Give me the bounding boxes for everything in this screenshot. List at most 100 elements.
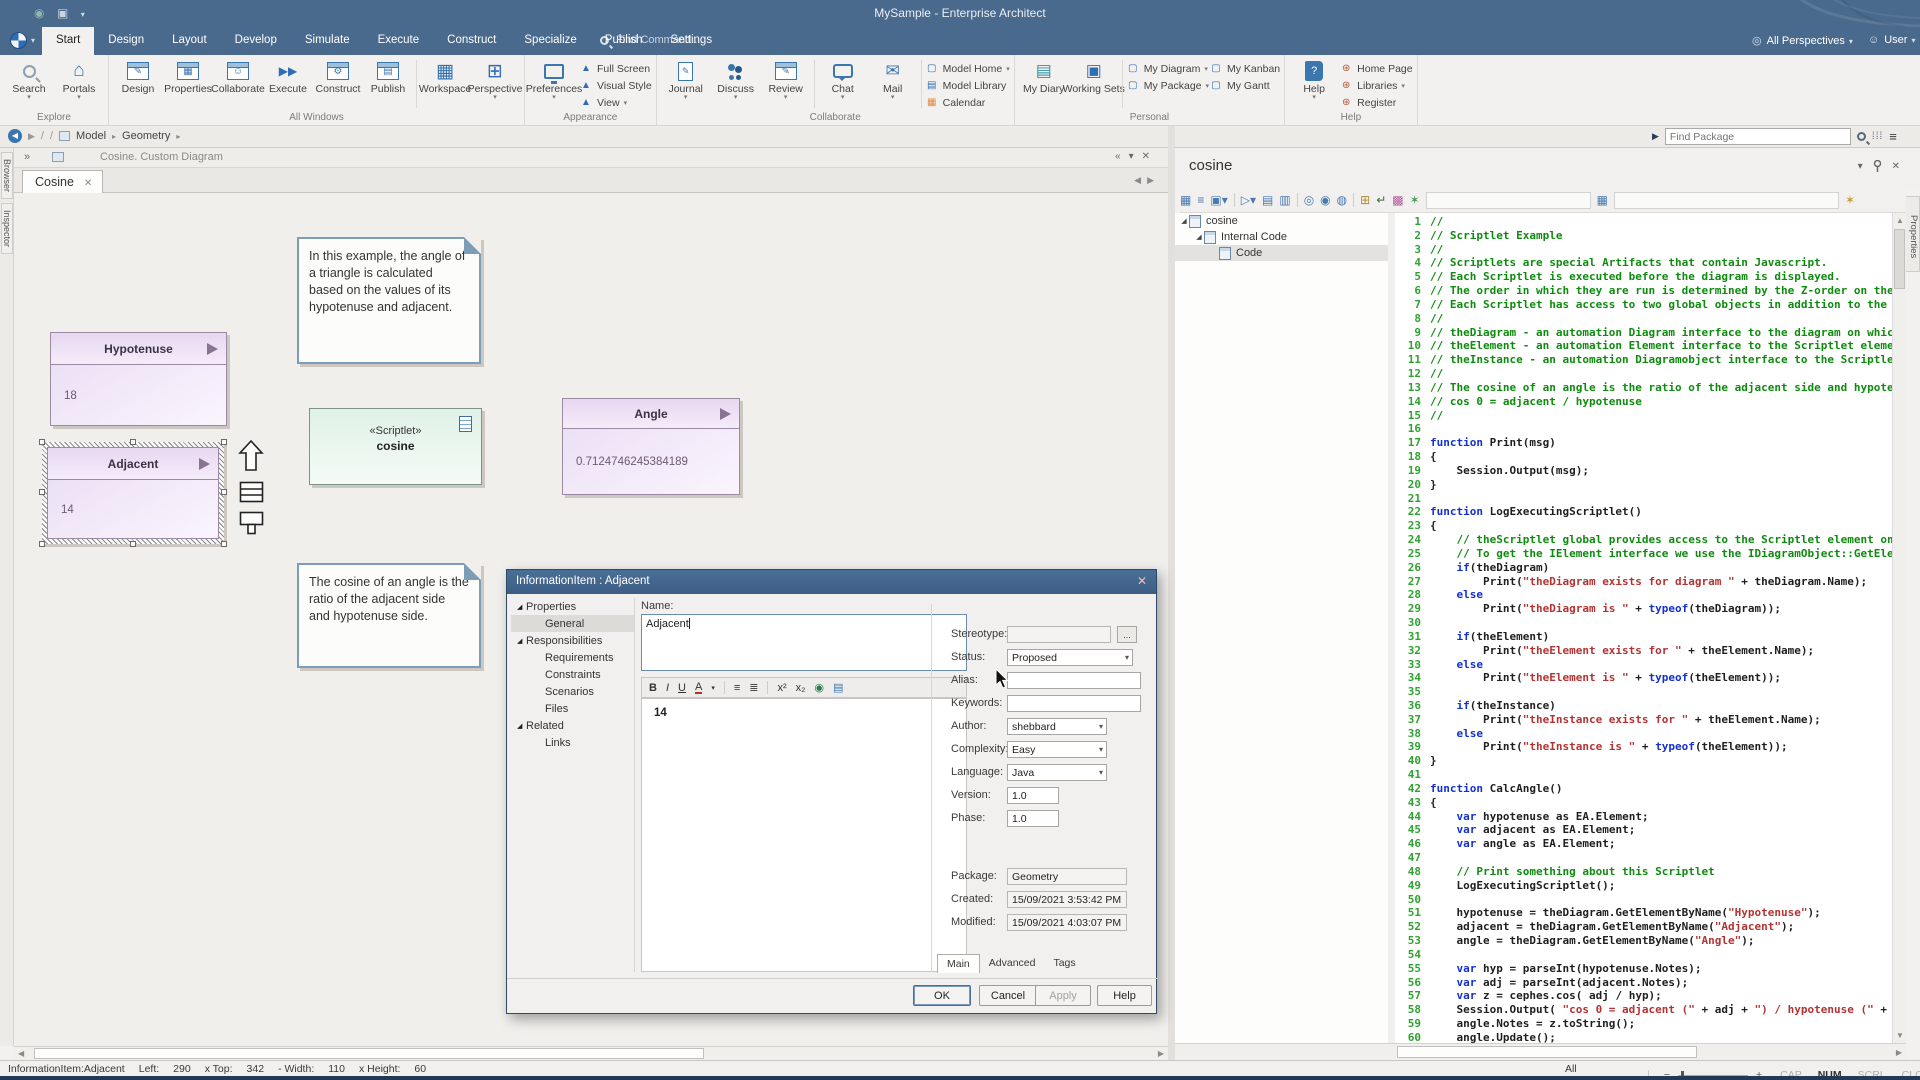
selection-frame[interactable]: Adjacent 14	[42, 442, 224, 544]
scroll-down-icon[interactable]: ▼	[1896, 1031, 1904, 1040]
dialog-tree-scenarios[interactable]: Scenarios	[511, 683, 634, 700]
close-icon[interactable]: ✕	[1142, 151, 1158, 162]
find-command-box[interactable]: Find Command...	[600, 34, 700, 46]
ribbon-button-model-library[interactable]: ▤Model Library	[925, 77, 1010, 94]
breadcrumb-item-geometry[interactable]: Geometry	[122, 130, 170, 142]
ribbon-button-design[interactable]: ✎Design	[113, 57, 163, 101]
ribbon-button-working-sets[interactable]: ▣Working Sets	[1069, 57, 1119, 101]
nav-back-button[interactable]: ◀	[8, 129, 22, 143]
scrollbar-thumb[interactable]	[1894, 229, 1905, 289]
author-field[interactable]: shebbard	[1007, 718, 1107, 735]
package-field[interactable]: Geometry	[1007, 868, 1127, 885]
subscript-icon[interactable]: x₂	[796, 682, 806, 694]
perspectives-selector[interactable]: ◎All Perspectives▾	[1752, 34, 1853, 47]
ribbon-button-view[interactable]: ▲View▾	[579, 94, 652, 111]
ribbon-button-my-package[interactable]: ▢My Package▾	[1126, 77, 1209, 94]
dialog-tree-links[interactable]: Links	[511, 734, 634, 751]
ribbon-tab-develop[interactable]: Develop	[221, 27, 291, 55]
note-element-top[interactable]: In this example, the angle of a triangle…	[297, 237, 481, 364]
search-icon[interactable]	[1857, 132, 1866, 141]
code-horizontal-scrollbar[interactable]: ▶	[1175, 1043, 1906, 1060]
note-element-bottom[interactable]: The cosine of an angle is the ratio of t…	[297, 563, 481, 668]
underline-icon[interactable]: U	[678, 682, 686, 694]
toolbar-input-well[interactable]	[1614, 192, 1839, 209]
italic-icon[interactable]: I	[666, 682, 669, 694]
dialog-tab-advanced[interactable]: Advanced	[980, 954, 1045, 973]
ribbon-button-help[interactable]: ?Help▾	[1289, 57, 1339, 101]
keywords-field[interactable]	[1007, 695, 1141, 712]
zoom-icon[interactable]: ◍	[1337, 193, 1347, 207]
ribbon-button-perspective[interactable]: ⊞Perspective▾	[470, 57, 520, 101]
bullet-list-icon[interactable]: ≡	[734, 682, 740, 694]
window-dropdown-icon[interactable]: ▣▾	[1210, 193, 1227, 207]
scrollbar-thumb[interactable]	[34, 1048, 704, 1059]
ok-button[interactable]: OK	[913, 985, 971, 1006]
phase-field[interactable]: 1.0	[1007, 810, 1059, 827]
stereotype-field[interactable]	[1007, 626, 1111, 643]
resize-handle[interactable]	[39, 541, 45, 547]
alias-field[interactable]	[1007, 672, 1141, 689]
dialog-tree-general[interactable]: General	[511, 615, 634, 632]
scrollbar-thumb[interactable]	[1397, 1046, 1697, 1058]
dialog-title-bar[interactable]: InformationItem : Adjacent ✕	[507, 570, 1156, 594]
apply-button[interactable]: Apply	[1035, 985, 1091, 1006]
find-package-input[interactable]	[1665, 128, 1851, 145]
jump-to-icon[interactable]: ↵	[1376, 193, 1386, 207]
resize-handle[interactable]	[221, 541, 227, 547]
chevron-down-icon[interactable]: ▾	[1858, 161, 1863, 172]
hyperlink-icon[interactable]: ◉	[814, 681, 824, 694]
copy-icon[interactable]: ▤	[1262, 193, 1273, 207]
scroll-up-icon[interactable]: ▲	[1896, 216, 1904, 225]
superscript-icon[interactable]: x²	[777, 682, 786, 694]
browser-dock-tab[interactable]: Browser	[1, 152, 13, 199]
expander-icon[interactable]: ◢	[517, 722, 526, 730]
toolbar-input-well[interactable]	[1426, 192, 1591, 209]
code-editor[interactable]: 1//2// Scriptlet Example3//4// Scriptlet…	[1395, 213, 1892, 1043]
ribbon-button-chat[interactable]: Chat▾	[818, 57, 868, 101]
dialog-tree-constraints[interactable]: Constraints	[511, 666, 634, 683]
close-icon[interactable]: ✕	[1137, 574, 1147, 588]
resize-handle[interactable]	[130, 541, 136, 547]
status-field[interactable]: Proposed	[1007, 649, 1133, 666]
element-adjacent[interactable]: Adjacent 14	[47, 447, 219, 539]
ribbon-button-execute[interactable]: ▶▶Execute	[263, 57, 313, 101]
tree-code-splitter[interactable]	[1388, 213, 1395, 1043]
overflow-chevrons-icon[interactable]: »	[24, 151, 30, 163]
ribbon-button-mail[interactable]: ✉Mail▾	[868, 57, 918, 101]
element-angle[interactable]: Angle 0.7124746245384189	[562, 398, 740, 495]
tree-item-internal-code[interactable]: ◢Internal Code	[1175, 229, 1388, 245]
ribbon-button-portals[interactable]: ⌂Portals▾	[54, 57, 104, 101]
ribbon-button-visual-style[interactable]: ▲Visual Style	[579, 77, 652, 94]
ribbon-button-register[interactable]: ⊛Register	[1339, 94, 1412, 111]
close-tab-icon[interactable]: ✕	[84, 178, 92, 189]
stereotype-browse-button[interactable]: ...	[1117, 626, 1137, 643]
name-field[interactable]: Adjacent	[641, 614, 967, 671]
dialog-tree-responsibilities[interactable]: ◢Responsibilities	[511, 632, 634, 649]
save-icon[interactable]: ▥	[1279, 193, 1290, 207]
bold-icon[interactable]: B	[649, 682, 657, 694]
ribbon-tab-construct[interactable]: Construct	[433, 27, 510, 55]
ribbon-tab-design[interactable]: Design	[94, 27, 158, 55]
element-hypotenuse[interactable]: Hypotenuse 18	[50, 332, 227, 426]
resize-handle[interactable]	[221, 439, 227, 445]
cancel-button[interactable]: Cancel	[979, 985, 1037, 1006]
ribbon-button-discuss[interactable]: Discuss▾	[711, 57, 761, 101]
tree-item-code[interactable]: Code	[1175, 245, 1388, 261]
tab-scroll-left-icon[interactable]: ◀	[1134, 175, 1147, 185]
hamburger-menu-icon[interactable]: ≡	[1889, 129, 1897, 144]
ribbon-button-my-diagram[interactable]: ▢My Diagram▾	[1126, 60, 1209, 77]
resize-handle[interactable]	[130, 439, 136, 445]
ribbon-button-libraries[interactable]: ⊛Libraries▾	[1339, 77, 1412, 94]
list-icon[interactable]: ≡	[1197, 193, 1204, 207]
ea-logo-caret-icon[interactable]: ▾	[31, 36, 35, 45]
ribbon-tab-layout[interactable]: Layout	[158, 27, 221, 55]
dialog-tree-requirements[interactable]: Requirements	[511, 649, 634, 666]
pin-icon[interactable]	[1873, 160, 1882, 172]
dialog-tree-related[interactable]: ◢Related	[511, 717, 634, 734]
ribbon-button-review[interactable]: ✎Review▾	[761, 57, 811, 101]
user-menu[interactable]: ☺User▾	[1868, 34, 1915, 46]
window-pink-icon[interactable]: ▩	[1392, 193, 1403, 207]
grid-options-icon[interactable]: ⁞⁞⁞	[1872, 131, 1883, 142]
ribbon-tab-specialize[interactable]: Specialize	[510, 27, 590, 55]
help-button[interactable]: Help	[1097, 985, 1152, 1006]
